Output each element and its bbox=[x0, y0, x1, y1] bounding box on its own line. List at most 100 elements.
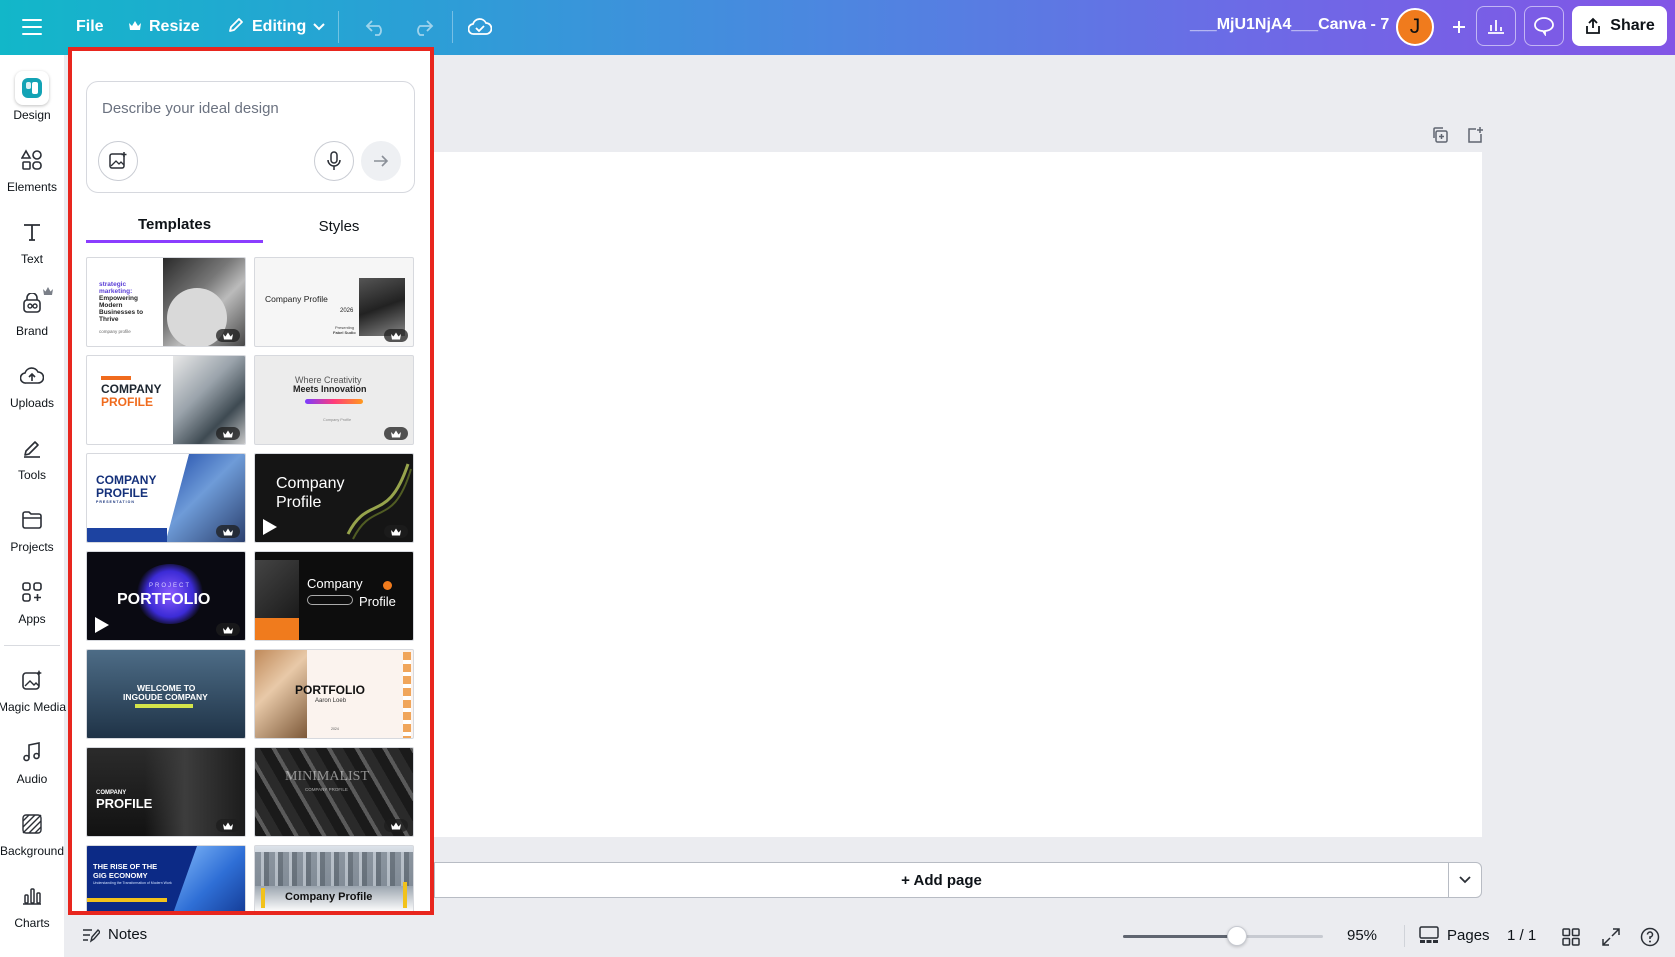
document-title[interactable]: ___MjU1NjA4___Canva - 7 bbox=[1190, 16, 1389, 34]
template-card[interactable]: COMPANY PROFILE bbox=[86, 355, 246, 445]
divider bbox=[1404, 925, 1405, 947]
add-collaborator-button[interactable] bbox=[1440, 8, 1478, 46]
crown-icon bbox=[128, 18, 142, 36]
tab-templates[interactable]: Templates bbox=[86, 209, 263, 243]
share-button[interactable]: Share bbox=[1572, 6, 1667, 46]
arrow-right-icon bbox=[374, 155, 389, 167]
send-prompt-button[interactable] bbox=[361, 141, 401, 181]
add-image-button[interactable] bbox=[98, 141, 138, 181]
hamburger-icon[interactable] bbox=[13, 8, 51, 46]
file-menu-label: File bbox=[76, 18, 104, 35]
template-card[interactable]: Company Profile bbox=[254, 551, 414, 641]
chevron-down-icon bbox=[313, 18, 325, 36]
rail-item-text[interactable]: Text bbox=[0, 215, 64, 279]
template-card[interactable]: WELCOME TO INGOUDE COMPANY bbox=[86, 649, 246, 739]
zoom-value[interactable]: 95% bbox=[1347, 927, 1377, 944]
template-card[interactable]: MINIMALIST COMPANY PROFILE bbox=[254, 747, 414, 837]
file-menu-button[interactable]: File bbox=[66, 8, 114, 46]
rail-label: Background bbox=[0, 844, 65, 858]
rail-label: Magic Media bbox=[0, 700, 67, 714]
template-card[interactable]: Where Creativity Meets Innovation Compan… bbox=[254, 355, 414, 445]
microphone-button[interactable] bbox=[314, 141, 354, 181]
share-label: Share bbox=[1610, 17, 1655, 34]
help-icon[interactable] bbox=[1638, 925, 1662, 949]
template-card[interactable]: PORTFOLIO Aaron Loeb 2024 bbox=[254, 649, 414, 739]
resize-button[interactable]: Resize bbox=[118, 8, 210, 46]
resize-label: Resize bbox=[149, 18, 200, 35]
rail-label: Elements bbox=[6, 180, 58, 194]
panel-tabs: Templates Styles bbox=[86, 209, 415, 243]
pages-icon bbox=[1419, 926, 1439, 943]
divider bbox=[338, 11, 339, 43]
duplicate-page-icon[interactable] bbox=[1427, 122, 1453, 148]
redo-icon[interactable] bbox=[404, 8, 442, 46]
notes-label: Notes bbox=[108, 926, 148, 943]
rail-label: Charts bbox=[14, 916, 50, 930]
pages-button[interactable]: Pages bbox=[1419, 926, 1490, 944]
design-prompt-input[interactable] bbox=[102, 100, 392, 117]
template-card[interactable]: strategic marketing: Empowering Modern B… bbox=[86, 257, 246, 347]
rail-item-audio[interactable]: Audio bbox=[0, 735, 64, 799]
grid-view-icon[interactable] bbox=[1559, 925, 1583, 949]
fullscreen-icon[interactable] bbox=[1599, 925, 1623, 949]
rail-item-tools[interactable]: Tools bbox=[0, 431, 64, 495]
magic-media-icon bbox=[15, 663, 49, 697]
rail-item-uploads[interactable]: Uploads bbox=[0, 359, 64, 423]
editing-mode-button[interactable]: Editing bbox=[217, 8, 335, 46]
rail-label: Text bbox=[20, 252, 43, 266]
rail-item-apps[interactable]: Apps bbox=[0, 575, 64, 639]
uploads-icon bbox=[15, 359, 49, 393]
add-page-icon[interactable] bbox=[1462, 122, 1488, 148]
play-icon bbox=[263, 519, 277, 535]
page-count: 1 / 1 bbox=[1507, 927, 1537, 944]
bar-chart-icon bbox=[1488, 20, 1504, 34]
rail-label: Tools bbox=[17, 468, 46, 482]
left-rail: Design Elements Text Brand Uploads Tools bbox=[0, 55, 67, 957]
rail-item-design[interactable]: Design bbox=[0, 71, 64, 135]
premium-crown-icon bbox=[384, 427, 408, 440]
cloud-saved-icon[interactable] bbox=[461, 8, 499, 46]
rail-item-elements[interactable]: Elements bbox=[0, 143, 64, 207]
editing-label: Editing bbox=[252, 18, 307, 35]
template-card[interactable]: Company Profile bbox=[254, 453, 414, 543]
design-icon bbox=[15, 71, 49, 105]
zoom-slider-handle[interactable] bbox=[1227, 926, 1247, 946]
play-icon bbox=[95, 617, 109, 633]
zoom-slider[interactable] bbox=[1123, 926, 1323, 946]
avatar[interactable]: J bbox=[1396, 8, 1434, 46]
plus-icon bbox=[1453, 21, 1465, 33]
template-card[interactable]: THE RISE OF THE GIG ECONOMY Understandin… bbox=[86, 845, 246, 911]
rail-label: Brand bbox=[15, 324, 49, 338]
premium-crown-icon bbox=[384, 819, 408, 832]
add-image-icon bbox=[109, 152, 127, 169]
premium-crown-icon bbox=[216, 427, 240, 440]
rail-item-brand[interactable]: Brand bbox=[0, 287, 64, 351]
template-card[interactable]: Company Profile bbox=[254, 845, 414, 911]
pencil-icon bbox=[227, 16, 245, 39]
template-card[interactable]: Company Profile 2026 Presenting Fabel Su… bbox=[254, 257, 414, 347]
template-card[interactable]: COMPANY PROFILE bbox=[86, 747, 246, 837]
projects-icon bbox=[15, 503, 49, 537]
rail-item-projects[interactable]: Projects bbox=[0, 503, 64, 567]
rail-item-charts[interactable]: Charts bbox=[0, 879, 64, 943]
template-card[interactable]: PROJECT PORTFOLIO bbox=[86, 551, 246, 641]
tools-icon bbox=[15, 431, 49, 465]
bottom-bar: Notes 95% Pages 1 / 1 bbox=[64, 915, 1675, 957]
insights-button[interactable] bbox=[1476, 6, 1516, 46]
rail-item-magic-media[interactable]: Magic Media bbox=[0, 663, 67, 727]
template-card[interactable]: COMPANY PROFILE PRESENTATION bbox=[86, 453, 246, 543]
comments-button[interactable] bbox=[1524, 6, 1564, 46]
design-page-canvas[interactable] bbox=[434, 152, 1482, 837]
microphone-icon bbox=[327, 151, 341, 170]
pages-label: Pages bbox=[1447, 926, 1490, 944]
notes-button[interactable]: Notes bbox=[82, 926, 147, 943]
elements-icon bbox=[15, 143, 49, 177]
premium-crown-icon bbox=[216, 525, 240, 538]
ai-prompt-box bbox=[86, 81, 415, 193]
undo-icon[interactable] bbox=[357, 8, 395, 46]
add-page-button[interactable]: + Add page bbox=[434, 862, 1448, 898]
rail-item-background[interactable]: Background bbox=[0, 807, 64, 871]
crown-icon bbox=[42, 283, 54, 301]
add-page-dropdown[interactable] bbox=[1448, 862, 1482, 898]
tab-styles[interactable]: Styles bbox=[263, 209, 415, 243]
